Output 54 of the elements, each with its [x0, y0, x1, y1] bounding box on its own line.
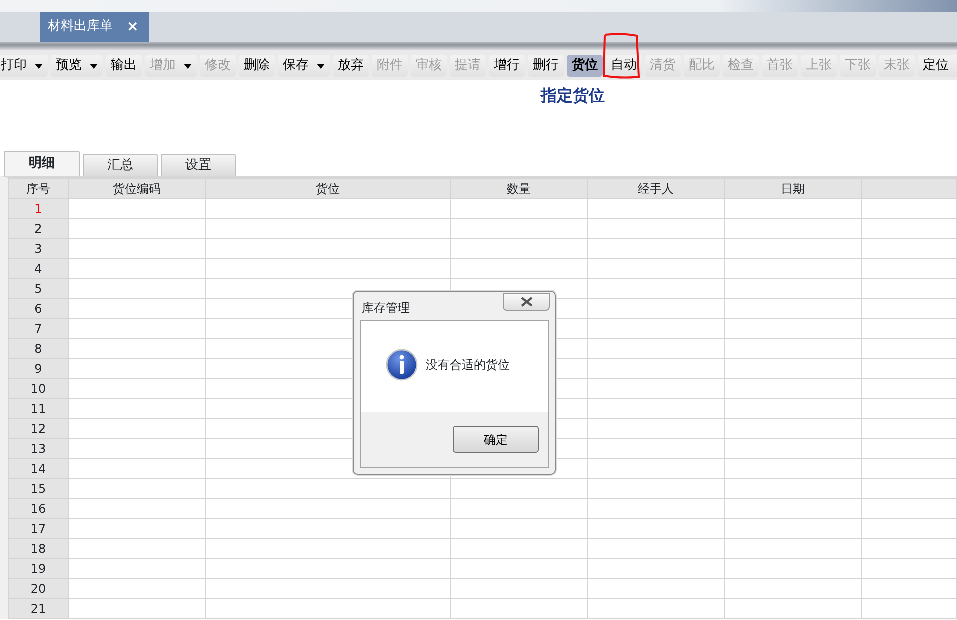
row-number: 17: [8, 518, 68, 538]
column-header: 日期: [724, 178, 862, 198]
row-number: 16: [8, 498, 68, 518]
toolbar-button[interactable]: 打印: [0, 55, 48, 77]
page-tab[interactable]: 设置: [161, 154, 236, 176]
row-number: 15: [8, 478, 68, 498]
dialog-title: 库存管理: [362, 300, 410, 317]
row-number: 5: [8, 278, 68, 298]
toolbar-button[interactable]: 预览: [51, 55, 103, 77]
toolbar-button[interactable]: 保存: [278, 55, 330, 77]
toolbar-button[interactable]: 输出: [106, 55, 142, 77]
caret-icon: [317, 64, 325, 68]
dialog-message: 没有合适的货位: [426, 356, 510, 374]
caret-icon: [35, 64, 43, 68]
column-header: 货位编码: [68, 178, 206, 198]
annotation-text: 指定货位: [541, 86, 605, 105]
row-number: 8: [8, 338, 68, 358]
column-header: 货位: [206, 178, 450, 198]
column-header: 序号: [8, 178, 68, 198]
row-number: 11: [8, 398, 68, 418]
window-tab[interactable]: 材料出库单 ×: [40, 12, 149, 42]
toolbar-button[interactable]: 放弃: [333, 55, 369, 77]
row-number: 20: [8, 578, 68, 598]
page-tab[interactable]: 汇总: [83, 154, 158, 176]
ok-button[interactable]: 确定: [453, 426, 539, 453]
toolbar-button[interactable]: 删行: [528, 55, 564, 77]
column-header: 经手人: [588, 178, 724, 198]
toolbar-button[interactable]: 定位: [918, 55, 957, 77]
row-number: 14: [8, 458, 68, 478]
toolbar-button[interactable]: 增行: [489, 55, 525, 77]
column-header: 数量: [450, 178, 588, 198]
close-button[interactable]: [503, 293, 550, 311]
row-number: 7: [8, 318, 68, 338]
row-number: 21: [8, 598, 68, 618]
row-number: 3: [8, 238, 68, 258]
close-button[interactable]: ×: [127, 16, 139, 38]
toolbar-button[interactable]: 删除: [239, 55, 275, 77]
row-number: 10: [8, 378, 68, 398]
row-number: 13: [8, 438, 68, 458]
caret-icon: [184, 64, 192, 68]
row-number: 1: [8, 198, 68, 218]
row-number: 9: [8, 358, 68, 378]
row-number: 18: [8, 538, 68, 558]
row-number: 12: [8, 418, 68, 438]
page-tab[interactable]: 明细: [4, 151, 80, 176]
row-number: 4: [8, 258, 68, 278]
toolbar-button[interactable]: 自动: [606, 55, 642, 77]
row-number: 6: [8, 298, 68, 318]
toolbar-button[interactable]: 货位: [567, 55, 603, 77]
caret-icon: [90, 64, 98, 68]
row-number: 19: [8, 558, 68, 578]
info-icon: [386, 348, 418, 380]
close-icon: [520, 297, 532, 307]
row-number: 2: [8, 218, 68, 238]
